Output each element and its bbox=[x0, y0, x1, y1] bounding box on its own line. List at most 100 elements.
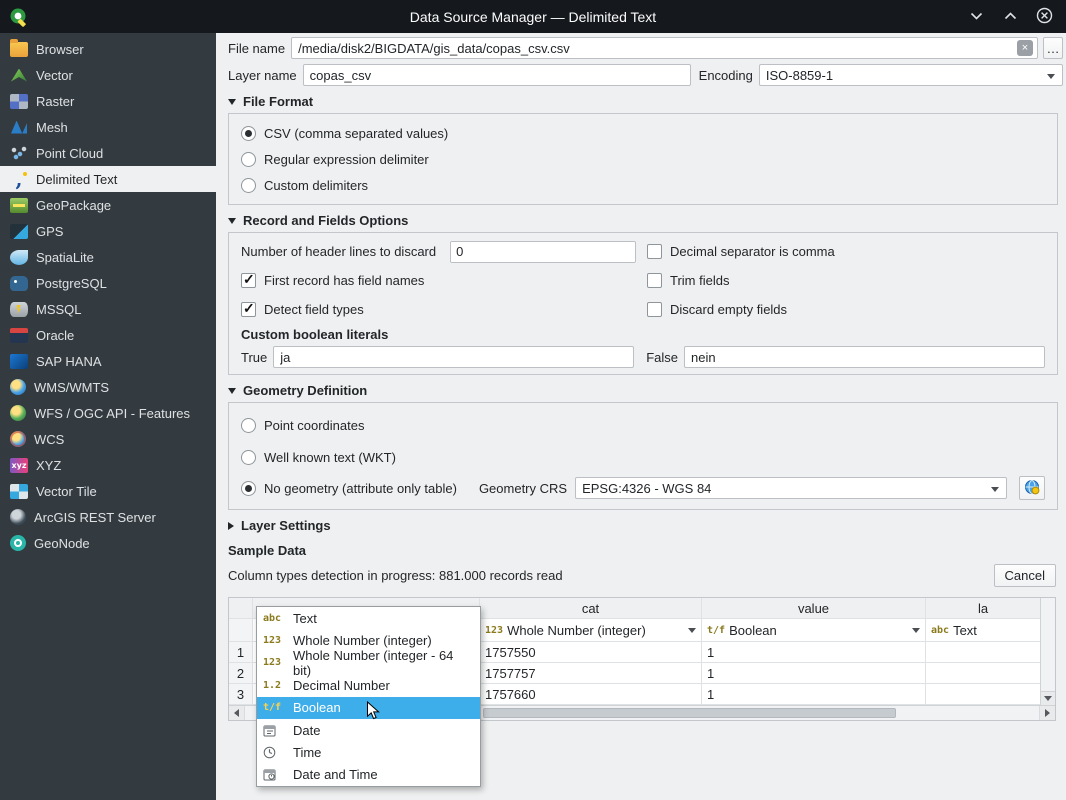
file-format-section-header[interactable]: File Format bbox=[228, 94, 1063, 109]
encoding-select[interactable]: ISO-8859-1 bbox=[759, 64, 1063, 86]
sidebar-item-vector[interactable]: Vector bbox=[0, 62, 216, 88]
close-button[interactable] bbox=[1032, 5, 1056, 29]
section-title: File Format bbox=[243, 94, 313, 109]
record-fields-groupbox: Number of header lines to discard Decima… bbox=[228, 232, 1058, 375]
sidebar-item-geonode[interactable]: GeoNode bbox=[0, 530, 216, 556]
layer-name-input[interactable] bbox=[303, 64, 691, 86]
sidebar-item-oracle[interactable]: Oracle bbox=[0, 322, 216, 348]
file-name-input[interactable] bbox=[291, 37, 1038, 59]
geometry-crs-select[interactable]: EPSG:4326 - WGS 84 bbox=[575, 477, 1007, 499]
false-literal-input[interactable] bbox=[684, 346, 1045, 368]
radio-label: CSV (comma separated values) bbox=[264, 126, 448, 141]
scroll-right-icon[interactable] bbox=[1039, 706, 1055, 720]
checkbox-detect-field-types[interactable]: Detect field types bbox=[241, 297, 647, 322]
sidebar-item-label: Vector bbox=[36, 68, 73, 83]
checkbox-icon bbox=[647, 273, 662, 288]
calendar-icon bbox=[263, 724, 287, 737]
checkbox-label: Detect field types bbox=[264, 302, 364, 317]
sidebar-item-delimited-text[interactable]: Delimited Text bbox=[0, 166, 216, 192]
sidebar-item-raster[interactable]: Raster bbox=[0, 88, 216, 114]
sidebar-item-postgresql[interactable]: PostgreSQL bbox=[0, 270, 216, 296]
sidebar-item-label: XYZ bbox=[36, 458, 61, 473]
clear-value-icon[interactable]: × bbox=[1017, 40, 1033, 56]
checkbox-trim-fields[interactable]: Trim fields bbox=[647, 268, 1045, 293]
maximize-button[interactable] bbox=[998, 5, 1022, 29]
header-lines-input[interactable] bbox=[451, 242, 636, 262]
folder-icon bbox=[10, 42, 28, 57]
type-select-value-col[interactable]: t/fBoolean bbox=[702, 619, 926, 641]
radio-point-coordinates[interactable]: Point coordinates bbox=[241, 409, 1045, 441]
sidebar-item-label: Delimited Text bbox=[36, 172, 117, 187]
mesh-icon bbox=[10, 120, 28, 135]
section-title: Record and Fields Options bbox=[243, 213, 408, 228]
menu-item-label: Date and Time bbox=[293, 767, 378, 782]
menu-item-time[interactable]: Time bbox=[257, 741, 480, 763]
sidebar-item-geopackage[interactable]: GeoPackage bbox=[0, 192, 216, 218]
table-cell bbox=[926, 663, 1040, 683]
geopackage-icon bbox=[10, 198, 28, 213]
menu-item-integer64[interactable]: 123Whole Number (integer - 64 bit) bbox=[257, 652, 480, 674]
checkbox-decimal-separator[interactable]: Decimal separator is comma bbox=[647, 239, 1045, 264]
sidebar-item-wcs[interactable]: WCS bbox=[0, 426, 216, 452]
scroll-down-icon[interactable] bbox=[1041, 691, 1055, 705]
radio-custom-delimiters[interactable]: Custom delimiters bbox=[241, 172, 1045, 198]
radio-icon[interactable] bbox=[241, 481, 256, 496]
radio-csv[interactable]: CSV (comma separated values) bbox=[241, 120, 1045, 146]
checkbox-icon bbox=[241, 273, 256, 288]
menu-item-label: Time bbox=[293, 745, 321, 760]
checkbox-first-record[interactable]: First record has field names bbox=[241, 268, 647, 293]
sidebar-item-spatialite[interactable]: SpatiaLite bbox=[0, 244, 216, 270]
record-fields-section-header[interactable]: Record and Fields Options bbox=[228, 213, 1063, 228]
sidebar-item-sap-hana[interactable]: SAP HANA bbox=[0, 348, 216, 374]
sidebar-item-label: GPS bbox=[36, 224, 63, 239]
geometry-section-header[interactable]: Geometry Definition bbox=[228, 383, 1063, 398]
checkbox-icon bbox=[647, 302, 662, 317]
checkbox-discard-empty[interactable]: Discard empty fields bbox=[647, 297, 1045, 322]
vector-icon bbox=[10, 68, 28, 83]
sidebar-item-browser[interactable]: Browser bbox=[0, 36, 216, 62]
window-title: Data Source Manager — Delimited Text bbox=[0, 9, 1066, 25]
detection-status-text: Column types detection in progress: 881.… bbox=[228, 568, 994, 583]
source-type-sidebar: Browser Vector Raster Mesh Point Cloud D… bbox=[0, 33, 216, 800]
radio-regexp-delimiter[interactable]: Regular expression delimiter bbox=[241, 146, 1045, 172]
sidebar-item-wms-wmts[interactable]: WMS/WMTS bbox=[0, 374, 216, 400]
checkbox-label: Trim fields bbox=[670, 273, 729, 288]
sidebar-item-mesh[interactable]: Mesh bbox=[0, 114, 216, 140]
sidebar-item-mssql[interactable]: MSSQL bbox=[0, 296, 216, 322]
type-select-cat[interactable]: 123Whole Number (integer) bbox=[480, 619, 702, 641]
menu-item-boolean[interactable]: t/fBoolean bbox=[257, 697, 480, 719]
sidebar-item-arcgis-rest[interactable]: ArcGIS REST Server bbox=[0, 504, 216, 530]
sidebar-item-wfs[interactable]: WFS / OGC API - Features bbox=[0, 400, 216, 426]
sidebar-item-label: Browser bbox=[36, 42, 84, 57]
shade-button[interactable] bbox=[964, 5, 988, 29]
calendar-clock-icon bbox=[263, 768, 287, 781]
vertical-scrollbar[interactable] bbox=[1040, 598, 1055, 705]
sidebar-item-vector-tile[interactable]: Vector Tile bbox=[0, 478, 216, 504]
encoding-label: Encoding bbox=[699, 68, 753, 83]
sidebar-item-label: WMS/WMTS bbox=[34, 380, 109, 395]
table-cell: 1 bbox=[702, 663, 926, 683]
sample-data-title: Sample Data bbox=[228, 543, 1063, 558]
true-literal-input[interactable] bbox=[273, 346, 634, 368]
scrollbar-thumb[interactable] bbox=[483, 708, 896, 718]
encoding-value: ISO-8859-1 bbox=[766, 68, 833, 83]
select-crs-button[interactable] bbox=[1019, 476, 1045, 500]
menu-item-date[interactable]: Date bbox=[257, 719, 480, 741]
cancel-button[interactable]: Cancel bbox=[994, 564, 1056, 587]
browse-file-button[interactable]: … bbox=[1043, 37, 1063, 59]
row-number: 3 bbox=[229, 684, 253, 704]
menu-item-label: Date bbox=[293, 723, 320, 738]
menu-item-datetime[interactable]: Date and Time bbox=[257, 764, 480, 786]
boolean-literals-row: True False bbox=[241, 346, 1045, 368]
layer-settings-section-header[interactable]: Layer Settings bbox=[228, 518, 1063, 533]
header-lines-spinner[interactable] bbox=[450, 241, 636, 263]
postgresql-icon bbox=[10, 276, 28, 291]
menu-item-text[interactable]: abcText bbox=[257, 607, 480, 629]
sidebar-item-gps[interactable]: GPS bbox=[0, 218, 216, 244]
sidebar-item-xyz[interactable]: XYZ bbox=[0, 452, 216, 478]
radio-wkt[interactable]: Well known text (WKT) bbox=[241, 441, 1045, 473]
type-select-la[interactable]: abcText bbox=[926, 619, 1040, 641]
sidebar-item-point-cloud[interactable]: Point Cloud bbox=[0, 140, 216, 166]
scroll-left-icon[interactable] bbox=[229, 706, 245, 720]
globe-icon bbox=[10, 379, 26, 395]
